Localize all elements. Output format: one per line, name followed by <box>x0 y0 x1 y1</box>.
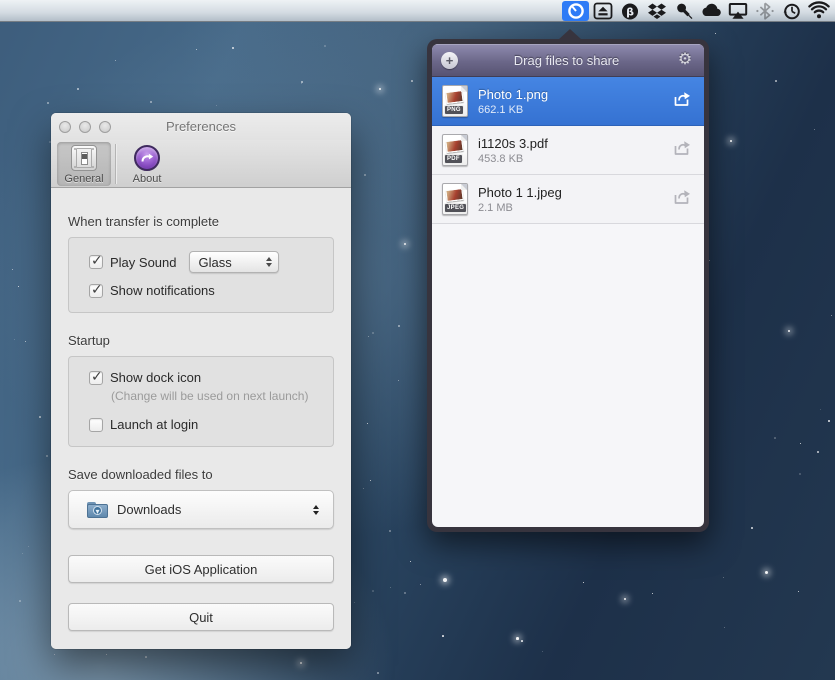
beta-icon[interactable]: β <box>616 1 643 21</box>
dock-icon-note: (Change will be used on next launch) <box>111 389 313 403</box>
save-folder-select[interactable]: ▾ Downloads <box>68 490 334 529</box>
eject-box-icon[interactable] <box>589 1 616 21</box>
dock-icon-label[interactable]: Show dock icon <box>110 370 201 385</box>
sound-select-value: Glass <box>199 255 266 270</box>
launch-login-label[interactable]: Launch at login <box>110 417 198 432</box>
notifications-label[interactable]: Show notifications <box>110 283 215 298</box>
tab-general-label: General <box>64 173 103 185</box>
file-size: 453.8 KB <box>478 152 672 166</box>
quit-button[interactable]: Quit <box>68 603 334 631</box>
file-type-badge: JPEG <box>444 203 467 213</box>
svg-text:β: β <box>626 5 634 18</box>
transfer-section-label: When transfer is complete <box>68 214 334 229</box>
notifications-checkbox[interactable] <box>89 284 103 298</box>
play-sound-label[interactable]: Play Sound <box>110 255 177 270</box>
file-row-i1120s[interactable]: PDF i1120s 3.pdf 453.8 KB <box>432 126 704 175</box>
file-thumbnail <box>445 139 463 153</box>
file-info: Photo 1.png 662.1 KB <box>478 86 672 117</box>
startup-section-label: Startup <box>68 333 334 348</box>
play-sound-row: Play Sound Glass <box>89 251 313 273</box>
downloads-folder-icon: ▾ <box>87 502 108 518</box>
share-popover: + Drag files to share ⚙ PNG Photo 1.png … <box>427 39 709 532</box>
window-title: Preferences <box>51 119 351 134</box>
preferences-window: Preferences General <box>51 113 351 649</box>
file-row-photo1[interactable]: PNG Photo 1.png 662.1 KB <box>432 77 704 126</box>
pin-icon[interactable] <box>670 1 697 21</box>
zoom-button[interactable] <box>99 121 111 133</box>
cloud-icon[interactable] <box>697 1 724 21</box>
share-icon[interactable] <box>672 188 692 210</box>
minimize-button[interactable] <box>79 121 91 133</box>
about-swirl-icon <box>134 145 160 171</box>
file-type-badge: PNG <box>444 105 464 115</box>
file-info: Photo 1 1.jpeg 2.1 MB <box>478 184 672 215</box>
light-switch-icon <box>71 145 97 171</box>
tab-about-label: About <box>133 173 162 185</box>
play-sound-checkbox[interactable] <box>89 255 103 269</box>
popover-arrow <box>558 29 582 40</box>
file-size: 2.1 MB <box>478 201 672 215</box>
sound-select[interactable]: Glass <box>189 251 279 273</box>
title-bar[interactable]: Preferences <box>51 113 351 140</box>
tab-about[interactable]: About <box>120 142 174 186</box>
airplay-icon[interactable] <box>724 1 751 21</box>
file-info: i1120s 3.pdf 453.8 KB <box>478 135 672 166</box>
share-popover-title: Drag files to share <box>458 53 675 68</box>
file-name: i1120s 3.pdf <box>478 135 672 152</box>
file-name: Photo 1 1.jpeg <box>478 184 672 201</box>
time-machine-icon[interactable] <box>778 1 805 21</box>
save-folder-value: Downloads <box>117 502 313 517</box>
dock-icon-row: Show dock icon <box>89 370 313 385</box>
stepper-arrows-icon <box>266 257 272 267</box>
launch-login-row: Launch at login <box>89 417 313 432</box>
settings-gear-icon[interactable]: ⚙ <box>675 52 695 69</box>
launch-login-checkbox[interactable] <box>89 418 103 432</box>
file-row-photo11[interactable]: JPEG Photo 1 1.jpeg 2.1 MB <box>432 175 704 224</box>
desktop-wallpaper: β + Drag files to share ⚙ <box>0 0 835 680</box>
bluetooth-icon[interactable] <box>751 1 778 21</box>
share-popover-content: + Drag files to share ⚙ PNG Photo 1.png … <box>432 44 704 527</box>
file-size: 662.1 KB <box>478 103 672 117</box>
add-file-button[interactable]: + <box>441 52 458 69</box>
menu-bar: β <box>0 0 835 22</box>
stepper-arrows-icon <box>313 505 319 515</box>
share-popover-header: + Drag files to share ⚙ <box>432 44 704 77</box>
toolbar-separator <box>115 144 116 184</box>
png-file-icon: PNG <box>442 85 468 117</box>
notifications-row: Show notifications <box>89 283 313 298</box>
file-thumbnail <box>445 188 463 202</box>
file-thumbnail <box>445 90 463 104</box>
preferences-content: When transfer is complete Play Sound Gla… <box>51 188 351 649</box>
dock-icon-checkbox[interactable] <box>89 371 103 385</box>
file-type-badge: PDF <box>444 154 463 164</box>
app-timer-icon[interactable] <box>562 1 589 21</box>
save-section-label: Save downloaded files to <box>68 467 334 482</box>
startup-group: Show dock icon (Change will be used on n… <box>68 356 334 447</box>
transfer-group: Play Sound Glass Show notifications <box>68 237 334 313</box>
share-icon[interactable] <box>672 139 692 161</box>
preferences-toolbar: General About <box>51 140 351 188</box>
jpeg-file-icon: JPEG <box>442 183 468 215</box>
get-ios-application-button[interactable]: Get iOS Application <box>68 555 334 583</box>
pdf-file-icon: PDF <box>442 134 468 166</box>
wifi-icon[interactable] <box>805 1 832 21</box>
tab-general[interactable]: General <box>57 142 111 186</box>
share-icon[interactable] <box>672 90 692 112</box>
dropbox-icon[interactable] <box>643 1 670 21</box>
close-button[interactable] <box>59 121 71 133</box>
file-name: Photo 1.png <box>478 86 672 103</box>
